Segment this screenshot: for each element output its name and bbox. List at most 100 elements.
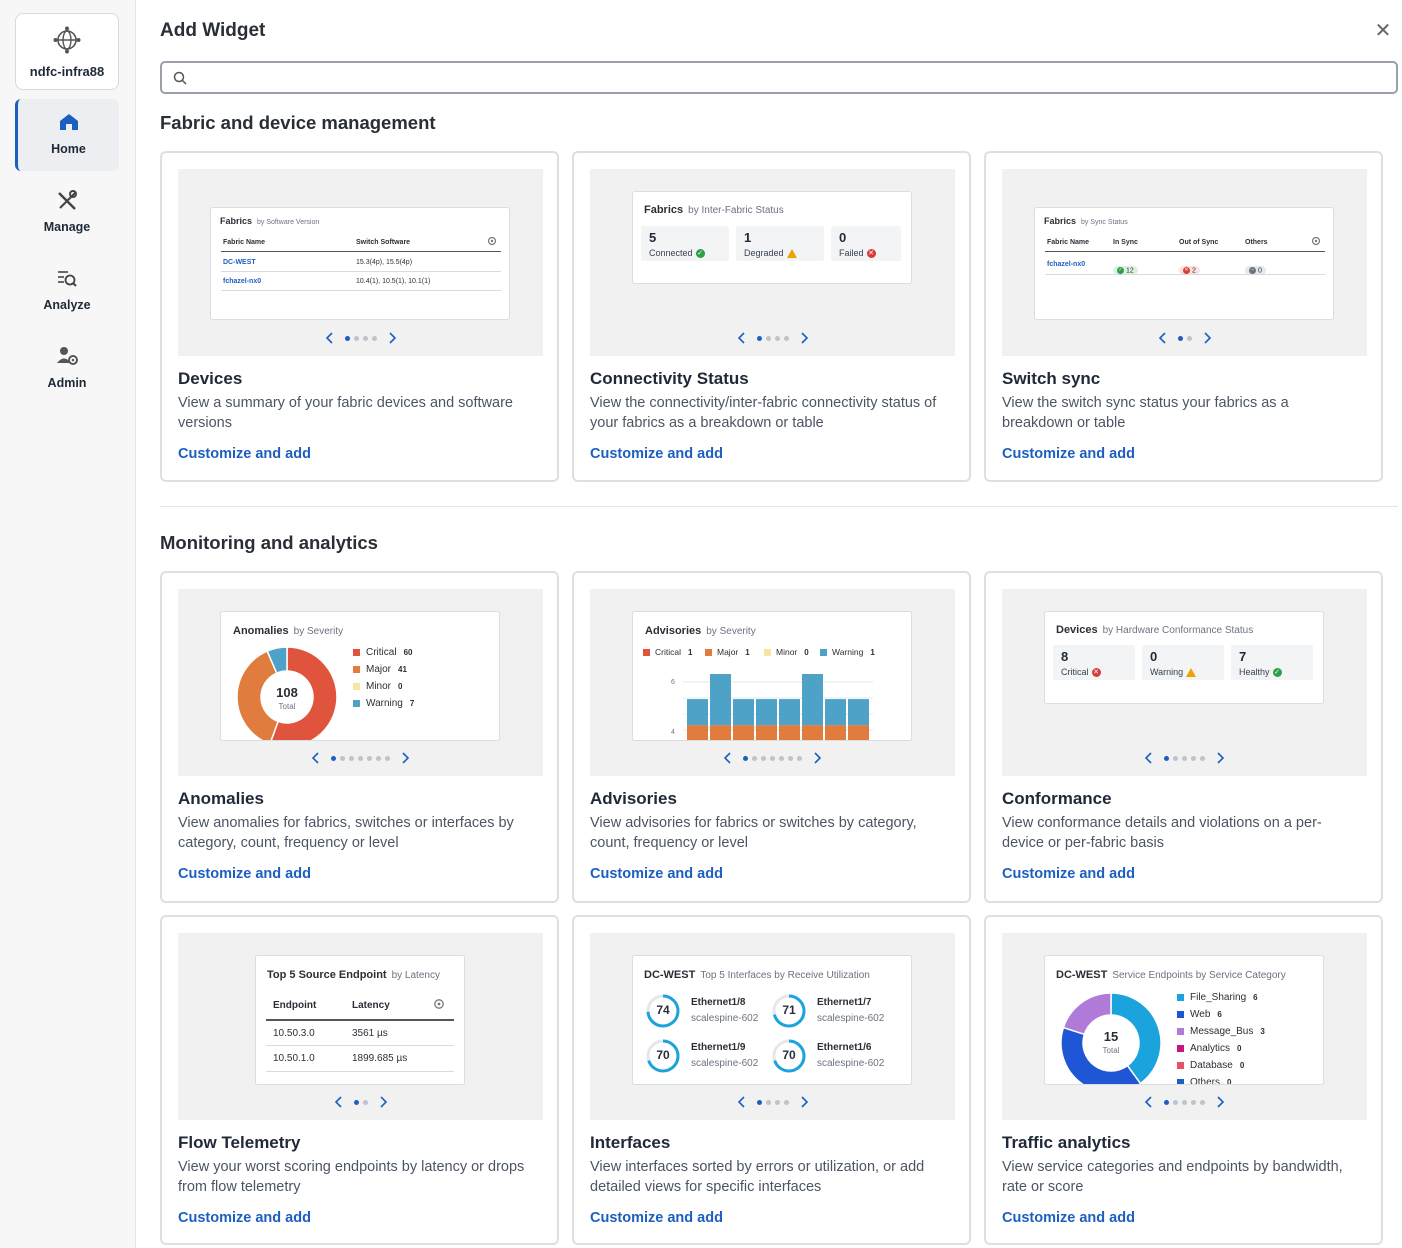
carousel-dot[interactable] [1173, 755, 1178, 761]
nav-home[interactable]: Home [15, 99, 119, 171]
carousel-dot[interactable] [1182, 755, 1187, 761]
carousel-dot[interactable] [743, 755, 748, 761]
card-title: Devices [178, 369, 243, 388]
widget-card-devices[interactable]: Fabrics by Software Version Fabric Name S… [160, 151, 559, 482]
carousel-dot[interactable] [385, 755, 390, 761]
chevron-right-icon[interactable] [376, 1095, 390, 1109]
widget-card-flow-telemetry[interactable]: Top 5 Source Endpoint by Latency Endpoint… [160, 915, 559, 1245]
carousel-dot[interactable] [1200, 1099, 1205, 1105]
carousel-dot[interactable] [331, 755, 336, 761]
carousel-dot[interactable] [358, 755, 363, 761]
carousel-dot[interactable] [1177, 335, 1183, 341]
carousel-dot[interactable] [340, 755, 345, 761]
nav-analyze[interactable]: Analyze [15, 255, 119, 327]
search-input[interactable] [194, 67, 1384, 89]
carousel-dot[interactable] [765, 1099, 771, 1105]
carousel-dot[interactable] [756, 1099, 762, 1105]
customize-and-add-link[interactable]: Customize and add [178, 446, 311, 462]
chevron-right-icon[interactable] [810, 751, 824, 765]
customize-and-add-link[interactable]: Customize and add [178, 1210, 311, 1226]
carousel-dot[interactable] [353, 335, 359, 341]
carousel-dot[interactable] [1182, 1099, 1187, 1105]
carousel-dot[interactable] [765, 335, 771, 341]
carousel-dot[interactable] [774, 1099, 780, 1105]
table-cell: 1899.685 µs [352, 1053, 408, 1064]
column-header: Out of Sync [1179, 239, 1219, 246]
column-header: Fabric Name [1047, 239, 1090, 246]
carousel-dot[interactable] [344, 335, 350, 341]
chevron-left-icon[interactable] [309, 751, 323, 765]
chevron-right-icon[interactable] [1200, 331, 1214, 345]
widget-card-interfaces[interactable]: DC-WEST Top 5 Interfaces by Receive Utili… [572, 915, 971, 1245]
settings-icon[interactable] [487, 236, 497, 246]
carousel-dot[interactable] [788, 755, 793, 761]
widget-card-connectivity-status[interactable]: Fabrics by Inter-Fabric Status 5 Connected… [572, 151, 971, 482]
widget-card-advisories[interactable]: Advisories by Severity Critical 1 Major 1 Min… [572, 571, 971, 903]
nav-manage[interactable]: Manage [15, 177, 119, 249]
carousel-dot[interactable] [783, 1099, 789, 1105]
chevron-left-icon[interactable] [1142, 1095, 1156, 1109]
carousel-dot[interactable] [1164, 755, 1169, 761]
customize-and-add-link[interactable]: Customize and add [1002, 866, 1135, 882]
customize-and-add-link[interactable]: Customize and add [1002, 1210, 1135, 1226]
chevron-right-icon[interactable] [797, 1095, 811, 1109]
customize-and-add-link[interactable]: Customize and add [590, 1210, 723, 1226]
legend-item: Major 1 [705, 647, 750, 657]
chevron-right-icon[interactable] [1213, 1095, 1227, 1109]
carousel-dot[interactable] [770, 755, 775, 761]
carousel-dot[interactable] [756, 335, 762, 341]
customize-and-add-link[interactable]: Customize and add [1002, 446, 1135, 462]
widget-card-conformance[interactable]: Devices by Hardware Conformance Status 8C… [984, 571, 1383, 903]
nav-admin[interactable]: Admin [15, 333, 119, 405]
carousel-dot[interactable] [1191, 755, 1196, 761]
carousel-dot[interactable] [367, 755, 372, 761]
analyze-icon [58, 271, 77, 287]
chevron-left-icon[interactable] [735, 1095, 749, 1109]
chevron-right-icon[interactable] [1213, 751, 1227, 765]
carousel-dot[interactable] [774, 335, 780, 341]
widget-card-anomalies[interactable]: Anomalies by Severity 108 Total Critical 6… [160, 571, 559, 903]
carousel-dot[interactable] [353, 1099, 359, 1105]
carousel-dot[interactable] [783, 335, 789, 341]
close-icon[interactable]: ✕ [1374, 21, 1392, 41]
chevron-left-icon[interactable] [323, 331, 337, 345]
widget-card-traffic-analytics[interactable]: DC-WEST Service Endpoints by Service Cate… [984, 915, 1383, 1245]
bar-segment [779, 725, 800, 740]
chevron-right-icon[interactable] [398, 751, 412, 765]
carousel-dot[interactable] [761, 755, 766, 761]
stat-connected: 5 Connected ✓ [641, 226, 729, 261]
customize-and-add-link[interactable]: Customize and add [590, 446, 723, 462]
carousel-dot[interactable] [1200, 755, 1205, 761]
carousel-dot[interactable] [376, 755, 381, 761]
bar-segment [710, 725, 731, 740]
chevron-left-icon[interactable] [735, 331, 749, 345]
carousel-dot[interactable] [797, 755, 802, 761]
carousel-pager [590, 331, 955, 345]
sidebar: ndfc-infra88 Home Manage Analyze Admin [0, 0, 136, 1248]
chevron-left-icon[interactable] [1142, 751, 1156, 765]
chevron-right-icon[interactable] [385, 331, 399, 345]
carousel-dot[interactable] [1191, 1099, 1196, 1105]
customize-and-add-link[interactable]: Customize and add [590, 866, 723, 882]
carousel-dot[interactable] [1164, 1099, 1169, 1105]
settings-icon[interactable] [433, 998, 445, 1010]
widget-card-switch-sync[interactable]: Fabrics by Sync Status Fabric Name In Syn… [984, 151, 1383, 482]
carousel-dot[interactable] [371, 335, 377, 341]
card-title: Traffic analytics [1002, 1133, 1131, 1152]
carousel-dot[interactable] [362, 335, 368, 341]
carousel-dot[interactable] [1173, 1099, 1178, 1105]
carousel-dot[interactable] [1186, 335, 1192, 341]
site-switcher[interactable]: ndfc-infra88 [15, 13, 119, 90]
carousel-dot[interactable] [349, 755, 354, 761]
table-cell: 15.3(4p), 15.5(4p) [356, 259, 413, 266]
carousel-dot[interactable] [362, 1099, 368, 1105]
chevron-left-icon[interactable] [332, 1095, 346, 1109]
chevron-left-icon[interactable] [1156, 331, 1170, 345]
chevron-right-icon[interactable] [797, 331, 811, 345]
widget-preview: Fabrics by Sync Status Fabric Name In Syn… [1002, 169, 1367, 356]
carousel-dot[interactable] [779, 755, 784, 761]
customize-and-add-link[interactable]: Customize and add [178, 866, 311, 882]
carousel-dot[interactable] [752, 755, 757, 761]
settings-icon[interactable] [1311, 236, 1321, 246]
chevron-left-icon[interactable] [721, 751, 735, 765]
